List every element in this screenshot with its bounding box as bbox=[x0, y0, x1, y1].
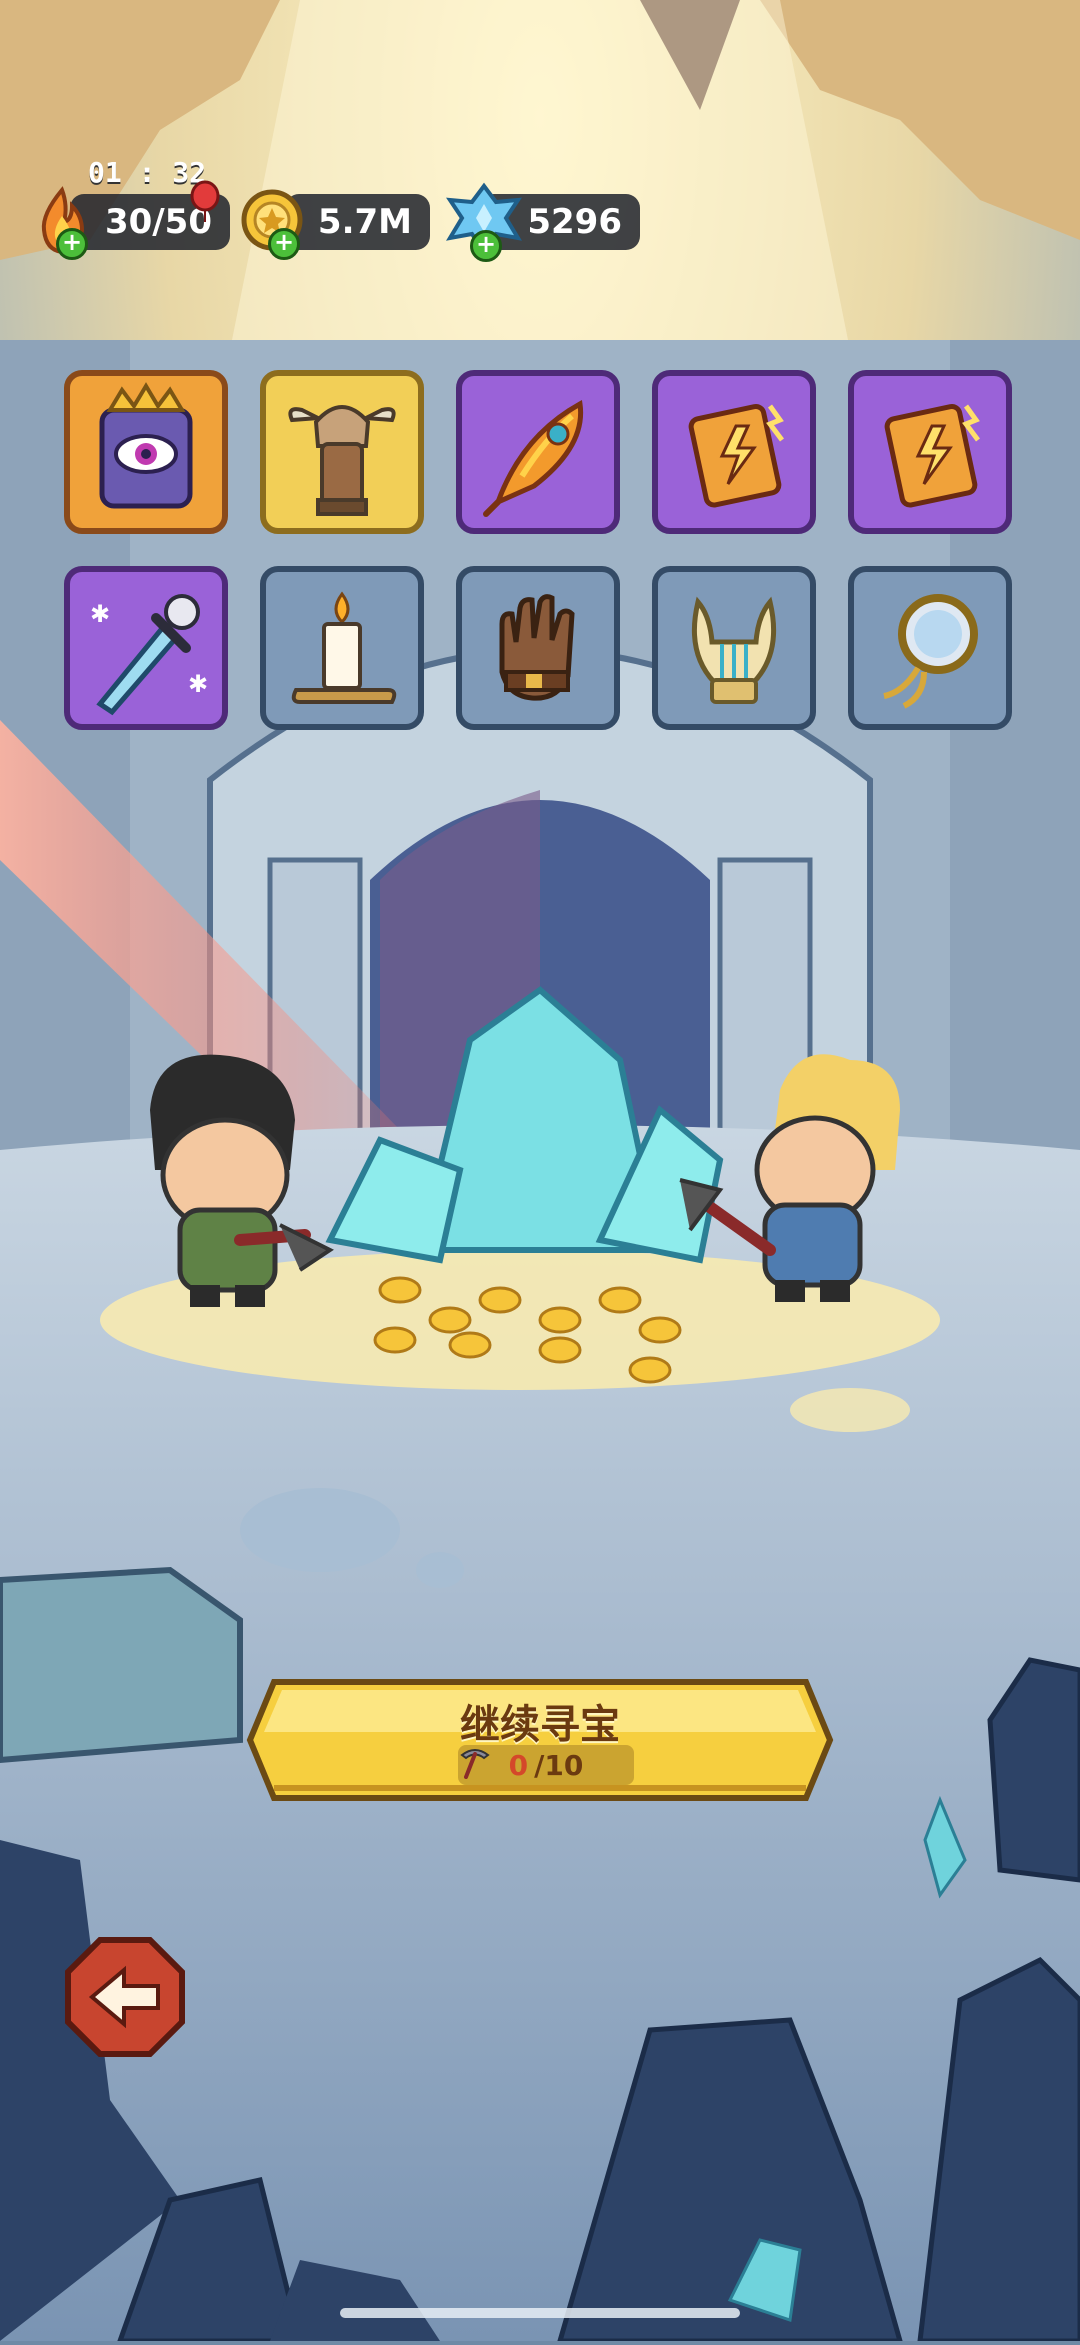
svg-text:✱: ✱ bbox=[90, 600, 110, 628]
item-slot-7[interactable] bbox=[260, 566, 424, 730]
gold-value: 5.7M bbox=[317, 202, 412, 242]
thunder-book-icon bbox=[688, 404, 784, 508]
item-slot-5[interactable] bbox=[848, 370, 1012, 534]
add-energy-button[interactable]: + bbox=[56, 228, 88, 260]
totem-icon bbox=[288, 405, 396, 516]
pickaxe-progress: 0/10 bbox=[458, 1745, 634, 1785]
svg-text:✱: ✱ bbox=[188, 670, 208, 698]
frost-sword-icon: ✱ ✱ bbox=[90, 594, 208, 716]
item-slot-4[interactable] bbox=[652, 370, 816, 534]
back-button[interactable] bbox=[62, 1934, 188, 2060]
item-slot-3[interactable] bbox=[456, 370, 620, 534]
add-gold-button[interactable]: + bbox=[268, 228, 300, 260]
pocket-watch-icon bbox=[883, 594, 978, 709]
item-slot-6[interactable]: ✱ ✱ bbox=[64, 566, 228, 730]
red-balloon-icon bbox=[190, 180, 220, 222]
eye-tome-icon bbox=[99, 382, 193, 509]
back-arrow-icon bbox=[65, 1937, 185, 2057]
add-gem-button[interactable]: + bbox=[470, 230, 502, 262]
lyre-icon bbox=[691, 596, 777, 704]
phoenix-feather-icon bbox=[483, 400, 584, 517]
candle-icon bbox=[291, 591, 397, 704]
leather-glove-icon bbox=[499, 594, 575, 701]
item-slot-2[interactable] bbox=[260, 370, 424, 534]
gem-value: 5296 bbox=[527, 202, 622, 242]
item-slot-9[interactable] bbox=[652, 566, 816, 730]
item-slot-1[interactable] bbox=[64, 370, 228, 534]
continue-treasure-hunt-button[interactable]: 继续寻宝 0/10 bbox=[244, 1676, 836, 1804]
progress-total: /10 bbox=[534, 1748, 584, 1782]
progress-current: 0 bbox=[508, 1748, 529, 1782]
item-slot-8[interactable] bbox=[456, 566, 620, 730]
pickaxe-icon bbox=[460, 1749, 490, 1779]
home-indicator[interactable] bbox=[340, 2308, 740, 2318]
thunder-book-icon bbox=[884, 404, 980, 508]
gold-counter[interactable]: 5.7M bbox=[285, 194, 430, 250]
continue-button-label: 继续寻宝 bbox=[460, 1702, 620, 1748]
item-slot-10[interactable] bbox=[848, 566, 1012, 730]
